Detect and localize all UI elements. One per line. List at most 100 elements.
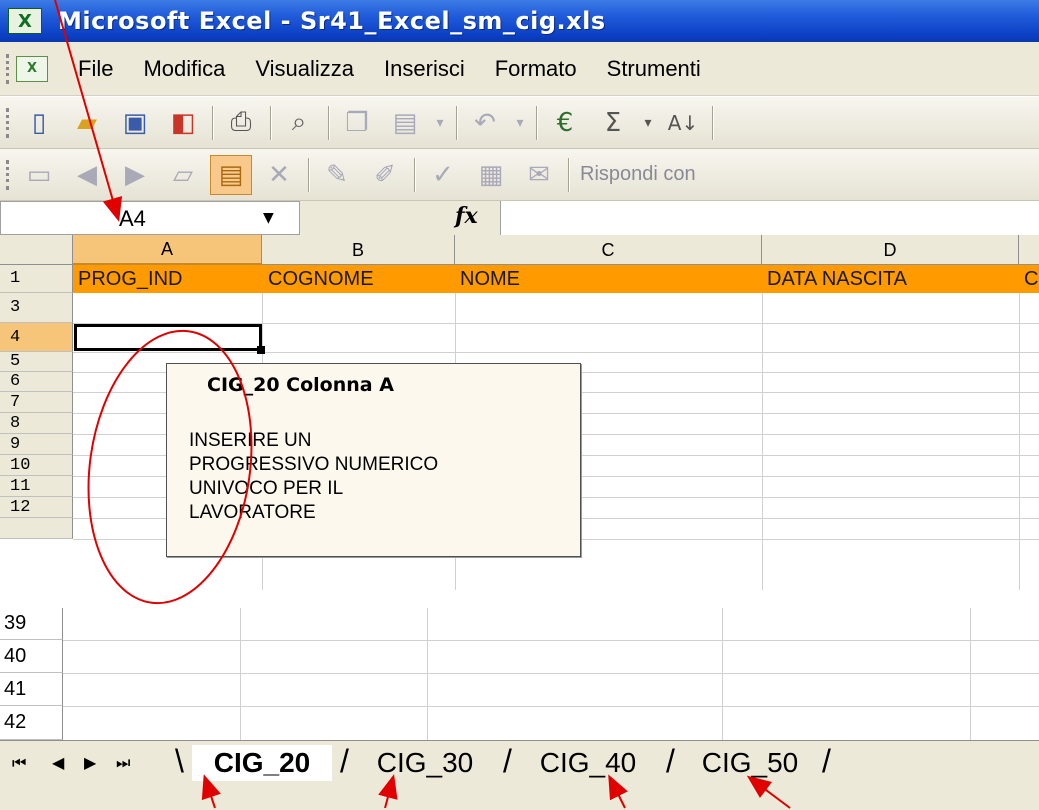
new-icon[interactable]: ▯	[18, 103, 60, 143]
fill-handle[interactable]	[257, 346, 265, 354]
row-header-9[interactable]: 9	[0, 434, 73, 455]
print-icon[interactable]: ⎙	[220, 103, 262, 143]
first-sheet-icon[interactable]: ⏮	[12, 753, 26, 773]
row-header-42[interactable]: 42	[0, 706, 63, 740]
column-header-row: A B C D	[0, 235, 1039, 265]
undo-icon[interactable]: ↶	[464, 103, 506, 143]
euro-icon[interactable]: €	[544, 103, 586, 143]
row-header-4[interactable]: 4	[0, 323, 73, 352]
formula-input[interactable]	[500, 201, 1039, 235]
gridline	[722, 608, 723, 740]
cell-c1[interactable]: NOME	[460, 265, 760, 293]
autosum-icon[interactable]: Σ	[592, 103, 634, 143]
row-header-40[interactable]: 40	[0, 640, 63, 673]
row-header-41[interactable]: 41	[0, 673, 63, 706]
review-icon-7[interactable]: ✎	[316, 155, 358, 195]
dropdown-arrow-icon[interactable]: ▾	[432, 103, 448, 143]
save-icon[interactable]: ▣	[114, 103, 156, 143]
last-sheet-icon[interactable]: ⏭	[116, 753, 130, 773]
column-header-d[interactable]: D	[762, 235, 1019, 265]
active-cell-a4[interactable]	[74, 324, 262, 351]
insert-function-icon[interactable]: fx	[455, 203, 478, 229]
review-icon-3[interactable]: ▶	[114, 155, 156, 195]
tab-divider: /	[666, 743, 675, 779]
row-header-3[interactable]: 3	[0, 293, 73, 323]
window-title: Microsoft Excel - Sr41_Excel_sm_cig.xls	[58, 7, 606, 35]
toolbar-separator	[536, 105, 538, 140]
prev-sheet-icon[interactable]: ◀	[52, 753, 64, 772]
comment-body: INSERIRE UN PROGRESSIVO NUMERICO UNIVOCO…	[189, 430, 439, 523]
tab-cig-40[interactable]: CIG_40	[518, 745, 658, 781]
row-header-1[interactable]: 1	[0, 265, 73, 293]
tab-cig-50[interactable]: CIG_50	[680, 745, 820, 781]
review-icon-2[interactable]: ◀	[66, 155, 108, 195]
dropdown-arrow-icon[interactable]: ▾	[640, 103, 656, 143]
name-box-dropdown-icon[interactable]: ▼	[263, 210, 274, 226]
copy-icon[interactable]: ❐	[336, 103, 378, 143]
review-icon-10[interactable]: ▦	[470, 155, 512, 195]
workbook-icon[interactable]: X	[16, 55, 48, 82]
toolbar-grip[interactable]	[6, 159, 12, 190]
permission-icon[interactable]: ◧	[162, 103, 204, 143]
gridline	[63, 706, 1039, 707]
name-box[interactable]: A4 ▼	[0, 201, 300, 235]
column-header-a[interactable]: A	[73, 235, 262, 265]
review-icon-6[interactable]: ✕	[258, 155, 300, 195]
cell-a1[interactable]: PROG_IND	[78, 265, 262, 293]
toolbar-separator	[328, 105, 330, 140]
row-header-7[interactable]: 7	[0, 392, 73, 413]
column-header-b[interactable]: B	[262, 235, 455, 265]
next-sheet-icon[interactable]: ▶	[84, 753, 96, 772]
row-header-5[interactable]: 5	[0, 352, 73, 372]
row-header-8[interactable]: 8	[0, 413, 73, 434]
row-header-6[interactable]: 6	[0, 372, 73, 392]
menu-modifica[interactable]: Modifica	[143, 56, 225, 82]
menu-inserisci[interactable]: Inserisci	[384, 56, 465, 82]
row-header-39[interactable]: 39	[0, 608, 63, 640]
menu-grip[interactable]	[6, 53, 12, 84]
tab-cig-20[interactable]: CIG_20	[192, 745, 332, 781]
row-header-12[interactable]: 12	[0, 497, 73, 518]
toolbar-grip[interactable]	[6, 107, 12, 138]
comment-title: CIG_20 Colonna A	[207, 374, 394, 396]
title-bar: X Microsoft Excel - Sr41_Excel_sm_cig.xl…	[0, 0, 1039, 42]
column-header-e[interactable]	[1019, 235, 1039, 265]
reply-with-changes-button[interactable]: Rispondi con	[580, 163, 696, 186]
tab-cig-30[interactable]: CIG_30	[355, 745, 495, 781]
column-header-c[interactable]: C	[455, 235, 762, 265]
cell-e1[interactable]: C	[1024, 265, 1039, 293]
gridline	[1019, 265, 1020, 590]
paste-icon[interactable]: ▤	[384, 103, 426, 143]
review-icon-5[interactable]: ▤	[210, 154, 252, 195]
menu-file[interactable]: File	[78, 56, 113, 82]
sheet-tab-bar: ⏮ ◀ ▶ ⏭ \ CIG_20 / CIG_30 / CIG_40 / CIG…	[0, 740, 1039, 784]
open-icon[interactable]: ▰	[66, 103, 108, 143]
tab-divider: \	[175, 743, 184, 779]
formula-bar: A4 ▼ fx	[0, 201, 1039, 235]
review-icon-8[interactable]: ✐	[364, 155, 406, 195]
sort-ascending-icon[interactable]: A↓	[662, 103, 704, 143]
toolbar-separator	[456, 105, 458, 140]
row-header-11[interactable]: 11	[0, 476, 73, 497]
gridline	[63, 673, 1039, 674]
review-icon-1[interactable]: ▭	[18, 155, 60, 195]
select-all-corner[interactable]	[0, 235, 73, 265]
cell-d1[interactable]: DATA NASCITA	[767, 265, 1017, 293]
excel-icon[interactable]: X	[8, 8, 42, 34]
worksheet-grid: A B C D PROG_IND COGNOME NOME DATA NASCI…	[0, 235, 1039, 590]
status-bar	[0, 784, 1039, 810]
menu-visualizza[interactable]: Visualizza	[255, 56, 354, 82]
toolbar-separator	[568, 157, 570, 192]
review-icon-4[interactable]: ▱	[162, 155, 204, 195]
worksheet-lower-pane: 39 40 41 42	[0, 608, 1039, 740]
menu-formato[interactable]: Formato	[495, 56, 577, 82]
row-header-13[interactable]	[0, 518, 73, 539]
review-icon-11[interactable]: ✉	[518, 155, 560, 195]
dropdown-arrow-icon[interactable]: ▾	[512, 103, 528, 143]
row-header-10[interactable]: 10	[0, 455, 73, 476]
menu-strumenti[interactable]: Strumenti	[607, 56, 701, 82]
toolbar-separator	[270, 105, 272, 140]
review-icon-9[interactable]: ✓	[422, 155, 464, 195]
print-preview-icon[interactable]: ⌕	[278, 103, 320, 143]
cell-b1[interactable]: COGNOME	[268, 265, 455, 293]
